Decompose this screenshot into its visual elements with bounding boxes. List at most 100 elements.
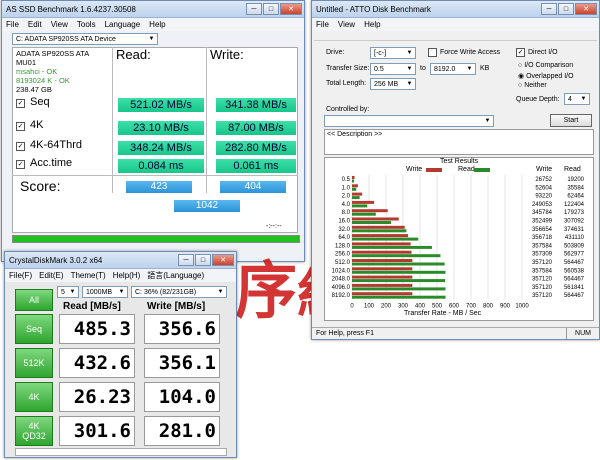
radio-io-comparison[interactable]: ○ I/O Comparison [518,62,573,69]
atto-chart: 0 100 200 300 400 500 600 700 800 900 1000 0.5 26752… [332,175,585,310]
x-tick-label: 200 [381,304,392,310]
drive-value: [-c-] [374,49,387,57]
write-value: 356654 [532,227,553,233]
menu-file[interactable]: File [316,20,329,29]
cdm-title: CrystalDiskMark 3.0.2 x64 [9,255,103,265]
direct-io-checkbox[interactable]: ✓ [516,48,525,57]
write-bar [352,217,399,221]
as-ssd-title: AS SSD Benchmark 1.6.4237.30508 [6,4,136,14]
menu-theme[interactable]: Theme(T) [71,271,106,280]
divider [12,175,298,176]
write-value: 352499 [532,219,553,225]
y-tick-label: 16.0 [338,219,350,225]
score-label: Score: [20,178,61,194]
drive-select[interactable]: C: ADATA SP920SS ATA Device ▼ [12,33,158,45]
queue-depth-select[interactable]: 4 ▼ [564,93,590,105]
device-firmware: MU01 [16,58,37,67]
maximize-icon[interactable]: □ [558,3,574,15]
write-bar [352,192,363,196]
menu-edit[interactable]: Edit [28,20,42,29]
4k-read: 26.23 [59,382,135,412]
read-bar [352,212,376,216]
4k64-read-value: 348.24 MB/s [118,141,204,155]
radio-overlapped-io[interactable]: ◉ Overlapped I/O [518,72,574,80]
force-write-checkbox[interactable] [428,48,437,57]
total-length-select[interactable]: 256 MB ▼ [370,78,416,90]
menu-language[interactable]: Language [105,20,141,29]
seq-read-value: 521.02 MB/s [118,98,204,112]
4k-button[interactable]: 4K [15,382,53,412]
drive-select-value: C: ADATA SP920SS ATA Device [16,35,116,43]
controlled-by-label: Controlled by: [326,106,370,113]
total-length-label: Total Length: [326,80,367,87]
write-bar [352,209,388,213]
4k-qd32-button[interactable]: 4K QD32 [15,416,53,446]
x-tick-label: 800 [483,304,494,310]
maximize-icon[interactable]: □ [195,254,211,266]
read-value: 503809 [564,243,585,249]
y-tick-label: 2048.0 [332,277,351,283]
description-box[interactable]: << Description >> [324,129,594,155]
4k-qd32-write: 281.0 [144,416,220,446]
as-ssd-window: AS SSD Benchmark 1.6.4237.30508 ─ □ ✕ File… [1,0,305,262]
comment-field[interactable] [15,448,227,456]
close-icon[interactable]: ✕ [575,3,597,15]
close-icon[interactable]: ✕ [280,3,302,15]
4k64-write-value: 282.80 MB/s [216,141,296,155]
minimize-icon[interactable]: ─ [541,3,557,15]
transfer-to-select[interactable]: 8192.0 ▼ [430,63,476,75]
device-driver: msahci - OK [16,67,58,76]
elapsed-time: -:--:-- [266,223,282,230]
read-bar [352,196,360,200]
y-tick-label: 512.0 [335,260,351,266]
menu-help[interactable]: Help(H) [113,271,141,280]
transfer-from-select[interactable]: 0.5 ▼ [370,63,416,75]
all-button-label: All [28,295,39,305]
atto-window: Untitled - ATTO Disk Benchmark ─ □ ✕ File … [311,0,600,340]
drive-select[interactable]: [-c-] ▼ [370,47,416,59]
menu-view[interactable]: View [51,20,68,29]
menu-view[interactable]: View [338,20,355,29]
io-comparison-label: I/O Comparison [524,62,574,69]
menu-help[interactable]: Help [149,20,165,29]
menu-edit[interactable]: Edit(E) [39,271,63,280]
read-bar [352,262,445,266]
seq-checkbox[interactable]: ✓ [16,99,25,108]
write-value: 249053 [532,202,553,208]
minimize-icon[interactable]: ─ [246,3,262,15]
controlled-by-select[interactable]: ▼ [324,115,494,127]
write-value: 357584 [532,268,553,274]
4k64-checkbox[interactable]: ✓ [16,142,25,151]
write-bar [352,283,413,287]
4k-checkbox[interactable]: ✓ [16,122,25,131]
minimize-icon[interactable]: ─ [178,254,194,266]
write-bar [352,259,413,262]
menu-help[interactable]: Help [364,20,380,29]
transfer-size-label: Transfer Size: [326,65,370,72]
drive-select[interactable]: C: 36% (82/231GB) ▼ [131,286,227,298]
acctime-checkbox[interactable]: ✓ [16,160,25,169]
read-value: 560538 [564,268,585,274]
close-icon[interactable]: ✕ [212,254,234,266]
size-value: 1000MB [86,288,113,296]
maximize-icon[interactable]: □ [263,3,279,15]
512k-write: 356.1 [144,348,220,378]
read-bar [352,270,446,274]
chevron-down-icon: ▼ [406,50,413,56]
read-value: 35584 [567,185,584,191]
y-tick-label: 1024.0 [332,268,351,274]
menu-language[interactable]: 語言(Language) [147,270,204,281]
runs-select[interactable]: 5 ▼ [57,286,79,298]
all-button[interactable]: All [15,289,53,311]
start-button[interactable]: Start [550,114,592,127]
menu-file[interactable]: File(F) [9,271,32,280]
menu-file[interactable]: File [6,20,19,29]
menu-tools[interactable]: Tools [77,20,96,29]
radio-neither[interactable]: ○ Neither [518,82,547,89]
size-select[interactable]: 1000MB ▼ [82,286,128,298]
512k-button[interactable]: 512K [15,348,53,378]
drive-label: Drive: [326,49,345,56]
seq-button[interactable]: Seq [15,314,53,344]
x-tick-label: 300 [398,304,409,310]
write-bar [352,275,413,279]
